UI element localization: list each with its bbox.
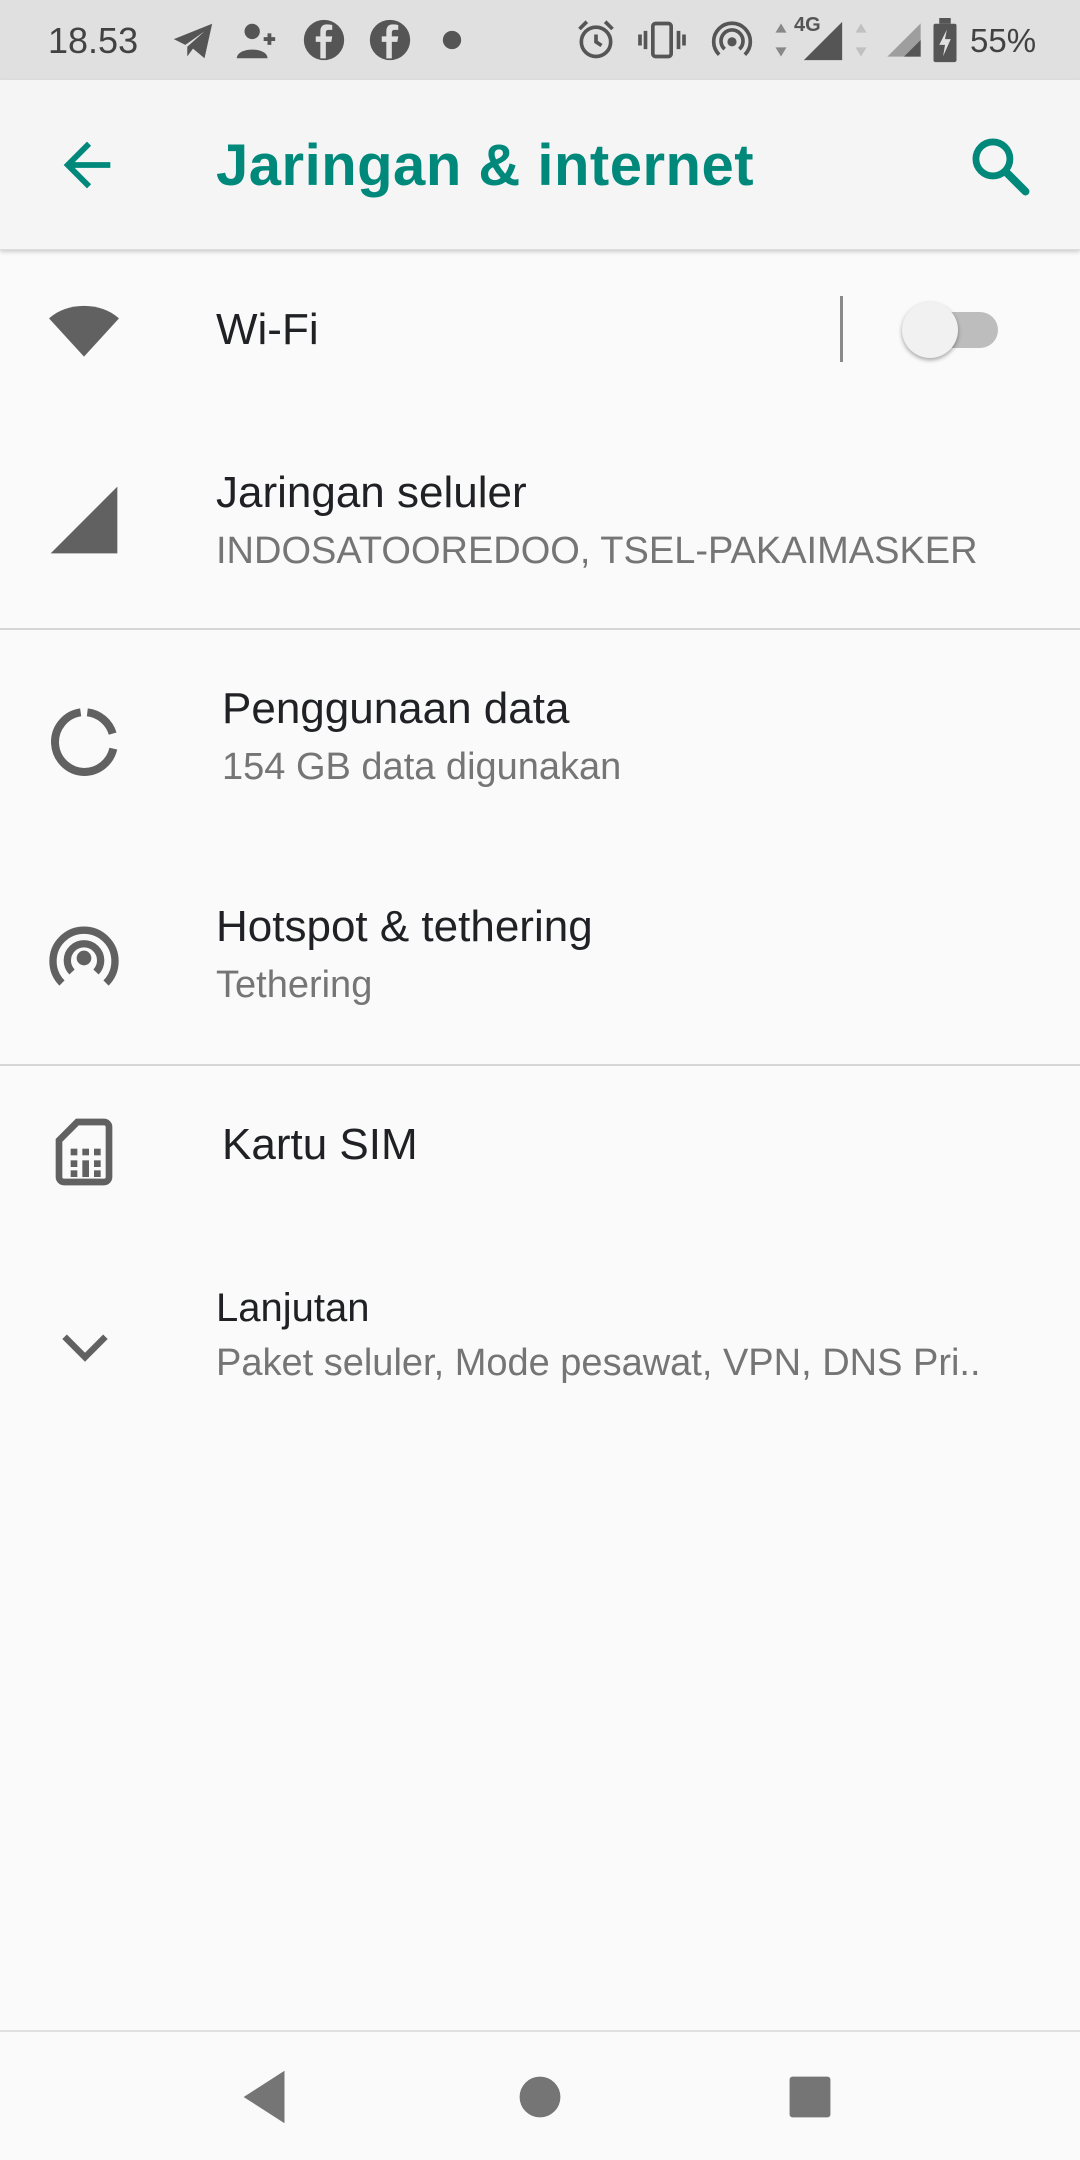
item-subtitle: Tethering: [216, 964, 373, 1006]
list-item-data-usage[interactable]: Penggunaan data 154 GB data digunakan: [0, 640, 1080, 850]
app-bar: Jaringan & internet: [0, 80, 1080, 250]
telegram-icon: [173, 23, 213, 59]
item-title: Kartu SIM: [222, 1120, 418, 1169]
data-usage-icon: [51, 708, 118, 777]
search-icon[interactable]: [966, 132, 1034, 200]
toggle-divider: [840, 296, 843, 362]
list-item-mobile-network[interactable]: Jaringan seluler INDOSATOOREDOO, TSEL-PA…: [0, 420, 1080, 630]
signal-4g-icon: [803, 21, 843, 61]
page-title: Jaringan & internet: [216, 133, 755, 198]
navigation-bar: [0, 2030, 1080, 2160]
facebook-icon: [303, 19, 345, 61]
dot-icon: [442, 30, 462, 50]
data-arrows-icon: [775, 23, 787, 57]
item-subtitle: Paket seluler, Mode pesawat, VPN, DNS Pr…: [216, 1342, 981, 1384]
section-divider: [0, 628, 1080, 630]
vibrate-icon: [638, 21, 686, 59]
battery-level: 55%: [970, 22, 1037, 59]
battery-icon: [933, 18, 957, 63]
facebook-icon: [369, 19, 411, 61]
list-item-advanced[interactable]: Lanjutan Paket seluler, Mode pesawat, VP…: [0, 1260, 1080, 1430]
signal-icon: [887, 23, 921, 57]
arrow-back-icon[interactable]: [52, 130, 122, 200]
item-title: Penggunaan data: [222, 684, 570, 733]
list-item-sim-card[interactable]: Kartu SIM: [0, 1070, 1080, 1280]
item-title: Lanjutan: [216, 1286, 370, 1330]
contact-add-icon: [236, 23, 276, 59]
status-bar: 18.53 4G 55%: [0, 0, 1080, 80]
status-time: 18.53: [48, 20, 139, 61]
item-subtitle: INDOSATOOREDOO, TSEL-PAKAIMASKER: [216, 530, 978, 572]
hotspot-icon: [49, 926, 119, 986]
nav-back-icon[interactable]: [232, 2062, 302, 2132]
item-title: Jaringan seluler: [216, 468, 527, 517]
nav-home-icon[interactable]: [505, 2062, 575, 2132]
alarm-icon: [578, 20, 614, 59]
section-divider: [0, 1064, 1080, 1066]
item-title: Hotspot & tethering: [216, 902, 593, 951]
cellular-signal-icon: [50, 486, 118, 554]
nav-recents-icon[interactable]: [775, 2062, 845, 2132]
wifi-icon: [49, 305, 119, 357]
data-arrows-icon: [855, 23, 867, 57]
toggle-thumb[interactable]: [902, 302, 958, 358]
list-item-hotspot[interactable]: Hotspot & tethering Tethering: [0, 858, 1080, 1058]
sim-card-icon: [55, 1118, 113, 1186]
item-title: Wi-Fi: [216, 305, 319, 354]
chevron-down-icon: [62, 1334, 108, 1362]
hotspot-icon: [711, 21, 753, 56]
item-subtitle: 154 GB data digunakan: [222, 746, 622, 788]
